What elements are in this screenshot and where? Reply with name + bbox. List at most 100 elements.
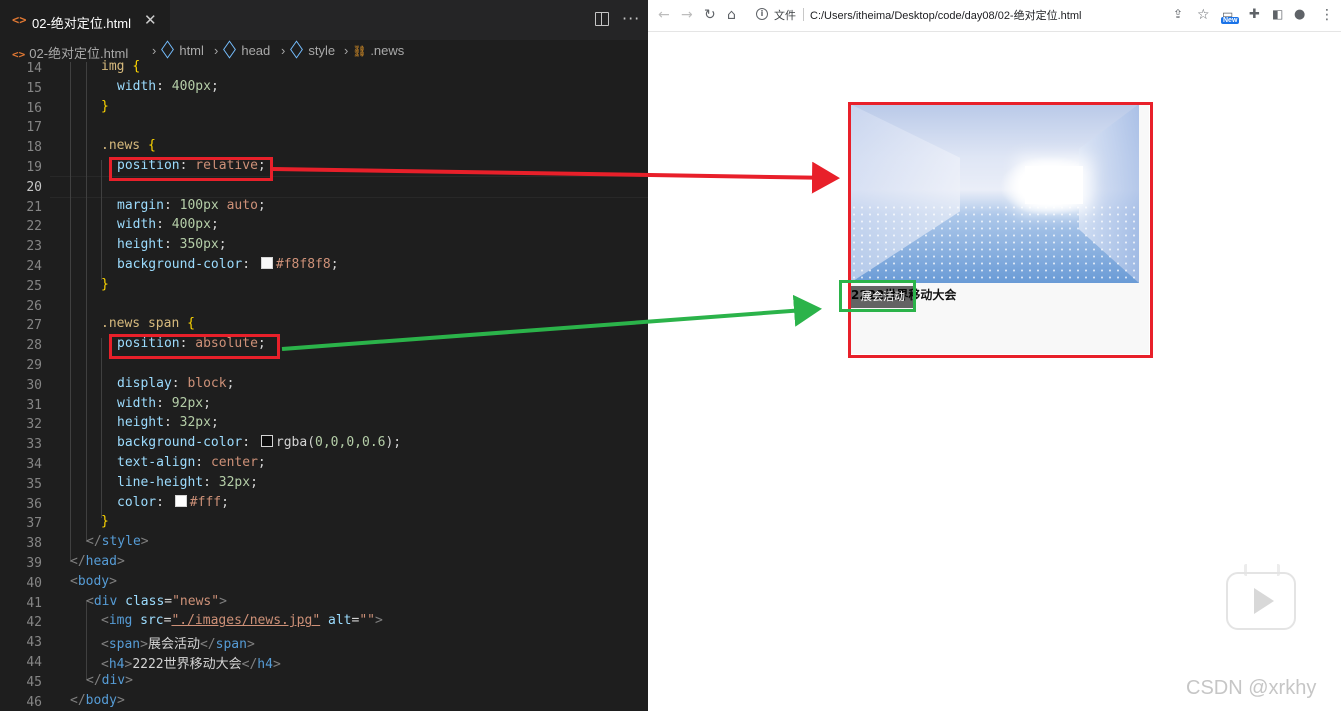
back-icon[interactable]: ← [658,7,670,23]
line-number: 23 [26,239,42,255]
line-number: 26 [26,298,42,314]
profile-icon[interactable]: ● [1294,7,1305,22]
code-line-31: width: 92px; [117,395,211,411]
code-line-46: </body> [70,692,125,708]
side-panel-icon[interactable]: ◧ [1272,7,1283,21]
share-icon[interactable]: ⇪ [1173,7,1183,21]
line-number: 44 [26,655,42,670]
color-swatch[interactable] [260,257,273,269]
split-editor-icon[interactable] [595,12,609,26]
info-icon[interactable]: i [756,8,768,20]
menu-icon[interactable]: ⋮ [1320,7,1334,23]
code-line-24: background-color: #f8f8f8; [117,257,339,272]
bookmark-star-icon[interactable]: ☆ [1197,7,1210,23]
indent-guide [101,338,102,518]
line-number: 21 [26,199,42,215]
line-number: 16 [26,100,42,116]
play-icon [1254,588,1274,614]
code-line-14: img { [101,59,141,74]
line-number: 32 [26,417,42,433]
line-number: 30 [26,377,42,393]
code-editor[interactable]: <> 02-绝对定位.html ✕ ··· <> 02-绝对定位.html › ht… [0,0,648,711]
color-swatch[interactable] [174,494,187,507]
line-number: 14 [26,61,42,76]
code-line-36: color: #fff; [117,494,229,510]
forward-icon[interactable]: → [681,7,693,23]
annotation-red-box [848,102,1153,358]
line-number: 27 [26,318,42,334]
indent-guide [70,62,71,562]
code-line-33: background-color: rgba(0,0,0,0.6); [117,435,402,451]
line-number: 29 [26,358,42,373]
line-number: 25 [26,278,42,294]
code-line-35: line-height: 32px; [117,474,258,490]
editor-tab[interactable]: <> 02-绝对定位.html ✕ [0,0,170,41]
code-line-18: .news { [101,138,156,154]
code-line-23: height: 350px; [117,237,227,253]
breadcrumb-item-html[interactable]: › html [148,40,204,59]
line-number: 38 [26,536,42,552]
code-line-34: text-align: center; [117,455,266,470]
line-number: 18 [26,140,42,156]
code-line-43: <span>展会活动</span> [101,637,255,653]
line-number: 17 [26,120,42,136]
code-line-37: } [101,514,109,530]
breadcrumb: <> 02-绝对定位.html › html › head › style › ⛓ .new… [0,40,648,62]
address-divider [803,8,804,21]
reload-icon[interactable]: ↻ [704,7,716,23]
breadcrumb-item-head[interactable]: › head [210,40,271,59]
line-number: 19 [26,160,42,175]
breadcrumb-label: style [308,43,336,58]
html-file-icon: <> [12,13,27,27]
line-number: 15 [26,80,42,96]
line-number: 42 [26,615,42,631]
code-line-42: <img src="./images/news.jpg" alt=""> [101,613,383,629]
code-line-45: </div> [86,672,133,688]
editor-tab-bar: <> 02-绝对定位.html ✕ ··· [0,0,648,41]
css-selector-icon: ⛓ [352,45,367,58]
breadcrumb-label: head [241,43,271,58]
new-badge: New [1221,17,1240,24]
indent-guide [86,62,87,542]
code-line-15: width: 400px; [117,78,219,94]
line-number: 46 [26,694,42,710]
line-number: 20 [26,179,42,195]
home-icon[interactable]: ⌂ [727,7,736,23]
line-number: 35 [26,476,42,492]
indent-guide [101,160,102,280]
highlight-box-absolute [109,334,280,359]
highlight-box-relative [109,157,273,181]
element-cube-icon [161,40,175,59]
breadcrumb-item-news[interactable]: › ⛓ .news [340,43,404,58]
browser-toolbar: ← → ↻ ⌂ i 文件 C:/Users/itheima/Desktop/co… [648,0,1341,32]
line-number: 39 [26,556,42,571]
line-number: 37 [26,516,42,532]
line-number: 34 [26,457,42,472]
code-line-22: width: 400px; [117,217,219,233]
tab-title: 02-绝对定位.html [32,16,131,31]
code-line-32: height: 32px; [117,415,219,431]
breadcrumb-label: html [179,43,204,58]
code-line-39: </head> [70,554,125,569]
code-line-25: } [101,276,109,292]
element-cube-icon [223,40,237,59]
extensions-puzzle-icon[interactable]: ✚ [1249,7,1260,22]
code-line-16: } [101,98,109,114]
line-number: 22 [26,219,42,235]
video-play-button[interactable] [1226,572,1296,630]
line-number: 36 [26,496,42,512]
element-cube-icon [290,40,304,59]
watermark: CSDN @xrkhy [1186,677,1317,699]
line-number: 28 [26,338,42,354]
code-line-21: margin: 100px auto; [117,197,266,213]
color-swatch[interactable] [260,435,273,448]
more-actions-icon[interactable]: ··· [622,9,640,28]
close-icon[interactable]: ✕ [144,11,157,29]
breadcrumb-item-style[interactable]: › style [277,40,336,59]
line-number: 40 [26,575,42,591]
line-number: 33 [26,437,42,453]
code-line-40: <body> [70,573,117,589]
line-number: 43 [26,635,42,651]
url-text[interactable]: C:/Users/itheima/Desktop/code/day08/02-绝… [810,7,1081,23]
code-line-41: <div class="news"> [86,593,227,609]
